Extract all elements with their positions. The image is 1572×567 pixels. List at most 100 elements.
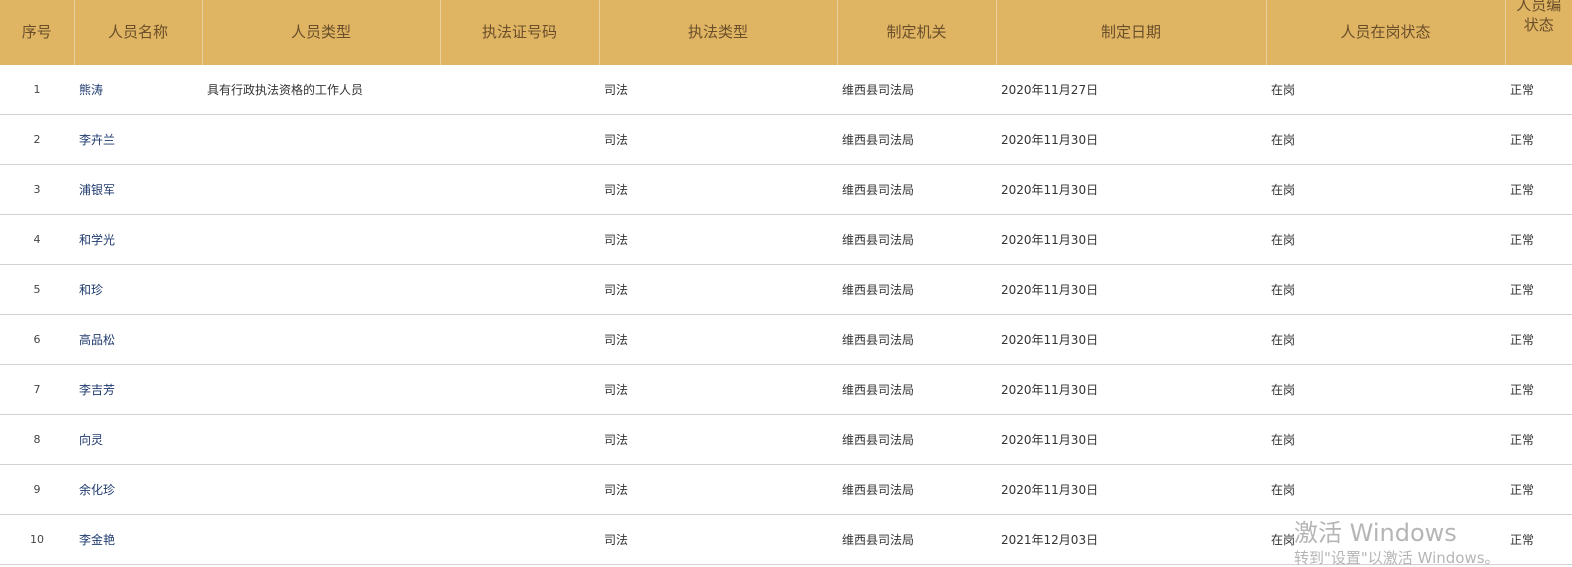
cell-status: 正常 [1505,114,1572,165]
header-issuing-org: 制定机关 [837,0,997,65]
cell-law-type: 司法 [599,464,837,515]
cell-duty-status: 在岗 [1266,364,1505,415]
cell-duty-status: 在岗 [1266,314,1505,365]
cell-person-type [202,364,440,415]
cell-law-type: 司法 [599,414,837,465]
cell-person-type [202,214,440,265]
cell-index: 9 [0,464,74,515]
cell-law-type: 司法 [599,514,837,565]
cell-name[interactable]: 和珍 [74,264,202,315]
cell-name[interactable]: 向灵 [74,414,202,465]
cell-cert-number [440,214,599,265]
cell-issue-date: 2020年11月30日 [996,464,1266,515]
person-name-link[interactable]: 向灵 [79,433,103,447]
table-row: 6 高品松 司法 维西县司法局 2020年11月30日 在岗 正常 [0,314,1572,365]
cell-index: 5 [0,264,74,315]
table-row: 3 浦银军 司法 维西县司法局 2020年11月30日 在岗 正常 [0,164,1572,215]
header-cert-number: 执法证号码 [440,0,600,65]
person-name-link[interactable]: 和珍 [79,283,103,297]
table-row: 10 李金艳 司法 维西县司法局 2021年12月03日 在岗 正常 [0,514,1572,565]
cell-issue-date: 2020年11月27日 [996,65,1266,115]
person-name-link[interactable]: 李吉芳 [79,383,115,397]
header-law-type: 执法类型 [599,0,838,65]
person-name-link[interactable]: 余化珍 [79,483,115,497]
cell-issuing-org: 维西县司法局 [837,214,996,265]
table-row: 5 和珍 司法 维西县司法局 2020年11月30日 在岗 正常 [0,264,1572,315]
cell-cert-number [440,314,599,365]
personnel-table: 序号 人员名称 人员类型 执法证号码 执法类型 制定机关 制定日期 人员在岗状态… [0,0,1572,565]
cell-issuing-org: 维西县司法局 [837,414,996,465]
cell-duty-status: 在岗 [1266,65,1505,115]
cell-issuing-org: 维西县司法局 [837,164,996,215]
cell-person-type [202,264,440,315]
table-row: 2 李卉兰 司法 维西县司法局 2020年11月30日 在岗 正常 [0,114,1572,165]
person-name-link[interactable]: 李金艳 [79,533,115,547]
cell-issuing-org: 维西县司法局 [837,65,996,115]
cell-person-type [202,514,440,565]
person-name-link[interactable]: 李卉兰 [79,133,115,147]
cell-status: 正常 [1505,514,1572,565]
cell-law-type: 司法 [599,65,837,115]
cell-status: 正常 [1505,314,1572,365]
table-row: 4 和学光 司法 维西县司法局 2020年11月30日 在岗 正常 [0,214,1572,265]
cell-law-type: 司法 [599,214,837,265]
cell-duty-status: 在岗 [1266,114,1505,165]
table-row: 8 向灵 司法 维西县司法局 2020年11月30日 在岗 正常 [0,414,1572,465]
cell-name[interactable]: 李金艳 [74,514,202,565]
cell-issuing-org: 维西县司法局 [837,464,996,515]
cell-issue-date: 2021年12月03日 [996,514,1266,565]
cell-index: 7 [0,364,74,415]
cell-law-type: 司法 [599,114,837,165]
cell-person-type [202,314,440,365]
cell-index: 10 [0,514,74,565]
cell-index: 6 [0,314,74,365]
cell-status: 正常 [1505,264,1572,315]
cell-person-type [202,114,440,165]
cell-law-type: 司法 [599,364,837,415]
cell-cert-number [440,264,599,315]
table-row: 9 余化珍 司法 维西县司法局 2020年11月30日 在岗 正常 [0,464,1572,515]
cell-status: 正常 [1505,364,1572,415]
cell-index: 4 [0,214,74,265]
header-status: 人员编 状态 [1505,0,1572,65]
cell-cert-number [440,65,599,115]
cell-issue-date: 2020年11月30日 [996,364,1266,415]
cell-issuing-org: 维西县司法局 [837,514,996,565]
cell-duty-status: 在岗 [1266,514,1505,565]
person-name-link[interactable]: 高品松 [79,333,115,347]
cell-name[interactable]: 高品松 [74,314,202,365]
cell-issue-date: 2020年11月30日 [996,214,1266,265]
cell-issue-date: 2020年11月30日 [996,114,1266,165]
cell-name[interactable]: 浦银军 [74,164,202,215]
page: 序号 人员名称 人员类型 执法证号码 执法类型 制定机关 制定日期 人员在岗状态… [0,0,1572,567]
cell-issue-date: 2020年11月30日 [996,314,1266,365]
header-name: 人员名称 [74,0,203,65]
cell-law-type: 司法 [599,164,837,215]
cell-issuing-org: 维西县司法局 [837,314,996,365]
cell-cert-number [440,114,599,165]
cell-name[interactable]: 和学光 [74,214,202,265]
cell-name[interactable]: 余化珍 [74,464,202,515]
cell-status: 正常 [1505,164,1572,215]
cell-name[interactable]: 李卉兰 [74,114,202,165]
header-index: 序号 [0,0,75,65]
cell-duty-status: 在岗 [1266,464,1505,515]
cell-status: 正常 [1505,464,1572,515]
cell-name[interactable]: 李吉芳 [74,364,202,415]
person-name-link[interactable]: 和学光 [79,233,115,247]
table-row: 1 熊涛 具有行政执法资格的工作人员 司法 维西县司法局 2020年11月27日… [0,65,1572,115]
cell-person-type [202,414,440,465]
cell-cert-number [440,164,599,215]
cell-name[interactable]: 熊涛 [74,65,202,115]
cell-duty-status: 在岗 [1266,264,1505,315]
cell-status: 正常 [1505,414,1572,465]
cell-cert-number [440,414,599,465]
cell-issue-date: 2020年11月30日 [996,264,1266,315]
table-row: 7 李吉芳 司法 维西县司法局 2020年11月30日 在岗 正常 [0,364,1572,415]
cell-law-type: 司法 [599,264,837,315]
person-name-link[interactable]: 浦银军 [79,183,115,197]
cell-cert-number [440,464,599,515]
cell-issue-date: 2020年11月30日 [996,414,1266,465]
cell-person-type: 具有行政执法资格的工作人员 [202,65,440,115]
person-name-link[interactable]: 熊涛 [79,83,103,97]
